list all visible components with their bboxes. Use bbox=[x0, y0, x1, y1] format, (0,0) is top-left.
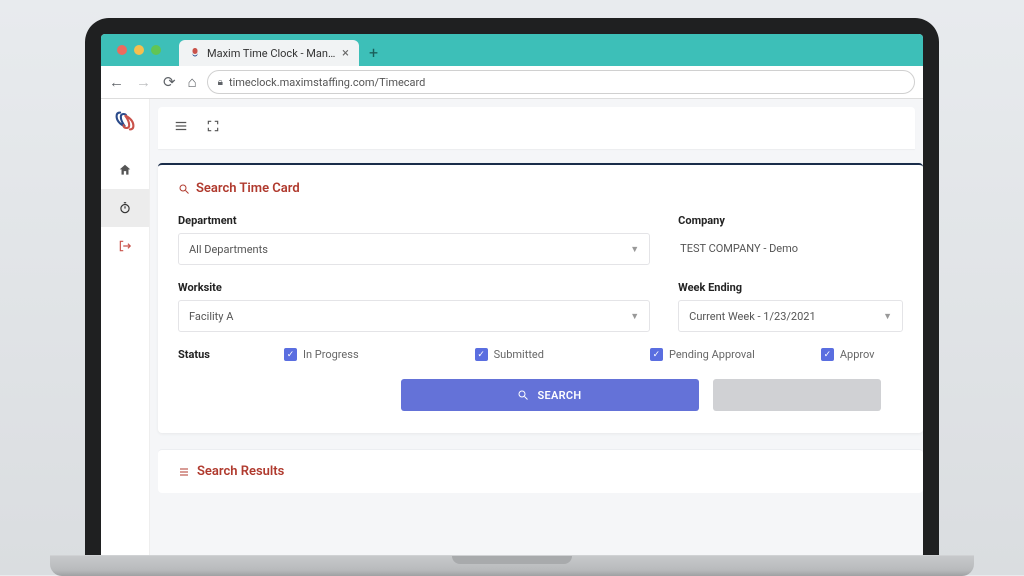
url-field[interactable]: 🔒︎ timeclock.maximstaffing.com/Timecard bbox=[207, 70, 915, 94]
lock-icon: 🔒︎ bbox=[218, 77, 223, 88]
search-icon bbox=[517, 389, 529, 401]
sidebar-timecard-icon[interactable] bbox=[101, 189, 149, 227]
results-panel: Search Results bbox=[158, 449, 923, 493]
status-checkbox-submitted[interactable]: ✓ Submitted bbox=[475, 348, 544, 361]
status-checkbox-inprogress[interactable]: ✓ In Progress bbox=[284, 348, 359, 361]
search-button[interactable]: SEARCH bbox=[401, 379, 699, 411]
chevron-down-icon: ▼ bbox=[883, 311, 892, 322]
department-label: Department bbox=[178, 214, 650, 227]
maximize-window-icon[interactable] bbox=[151, 45, 161, 55]
tab-strip: Maxim Time Clock - Manage Ti × + bbox=[101, 34, 923, 66]
back-icon[interactable]: ← bbox=[109, 73, 124, 91]
chevron-down-icon: ▼ bbox=[630, 244, 639, 255]
company-label: Company bbox=[678, 214, 903, 227]
week-ending-label: Week Ending bbox=[678, 281, 903, 294]
panel-title: Search Time Card bbox=[178, 181, 903, 196]
reload-icon[interactable]: ⟳ bbox=[163, 73, 176, 91]
search-icon bbox=[178, 183, 190, 195]
checkbox-icon: ✓ bbox=[821, 348, 834, 361]
status-label: Status bbox=[178, 348, 248, 361]
forward-icon[interactable]: → bbox=[136, 73, 151, 91]
sidebar bbox=[101, 99, 150, 558]
logo-icon bbox=[111, 107, 139, 139]
new-tab-button[interactable]: + bbox=[359, 39, 388, 66]
address-bar: ← → ⟳ ⌂ 🔒︎ timeclock.maximstaffing.com/T… bbox=[101, 66, 923, 99]
topbar bbox=[158, 107, 915, 149]
tab-title: Maxim Time Clock - Manage Ti bbox=[207, 47, 336, 60]
status-checkbox-pending[interactable]: ✓ Pending Approval bbox=[650, 348, 755, 361]
minimize-window-icon[interactable] bbox=[134, 45, 144, 55]
browser-tab[interactable]: Maxim Time Clock - Manage Ti × bbox=[179, 40, 359, 66]
chevron-down-icon: ▼ bbox=[630, 311, 639, 322]
browser-chrome: Maxim Time Clock - Manage Ti × + ← → ⟳ ⌂… bbox=[101, 34, 923, 99]
checkbox-icon: ✓ bbox=[650, 348, 663, 361]
fullscreen-icon[interactable] bbox=[206, 119, 220, 137]
home-icon[interactable]: ⌂ bbox=[188, 73, 197, 91]
tab-close-icon[interactable]: × bbox=[342, 46, 349, 61]
search-panel: Search Time Card Department All Departme… bbox=[158, 163, 923, 433]
list-icon bbox=[178, 466, 190, 478]
results-title-text: Search Results bbox=[197, 464, 284, 479]
checkbox-icon: ✓ bbox=[475, 348, 488, 361]
week-ending-select[interactable]: Current Week - 1/23/2021 ▼ bbox=[678, 300, 903, 332]
checkbox-icon: ✓ bbox=[284, 348, 297, 361]
sidebar-logout-icon[interactable] bbox=[101, 227, 149, 265]
department-select[interactable]: All Departments ▼ bbox=[178, 233, 650, 265]
menu-icon[interactable] bbox=[174, 119, 188, 137]
status-checkbox-approved[interactable]: ✓ Approv bbox=[821, 348, 875, 361]
reset-button[interactable] bbox=[713, 379, 881, 411]
url-text: timeclock.maximstaffing.com/Timecard bbox=[229, 76, 425, 89]
company-select[interactable]: TEST COMPANY - Demo bbox=[678, 233, 903, 263]
worksite-select[interactable]: Facility A ▼ bbox=[178, 300, 650, 332]
worksite-label: Worksite bbox=[178, 281, 650, 294]
tab-favicon-icon bbox=[189, 47, 201, 59]
laptop-base bbox=[50, 555, 974, 576]
close-window-icon[interactable] bbox=[117, 45, 127, 55]
sidebar-home-icon[interactable] bbox=[101, 151, 149, 189]
window-controls bbox=[109, 34, 169, 66]
